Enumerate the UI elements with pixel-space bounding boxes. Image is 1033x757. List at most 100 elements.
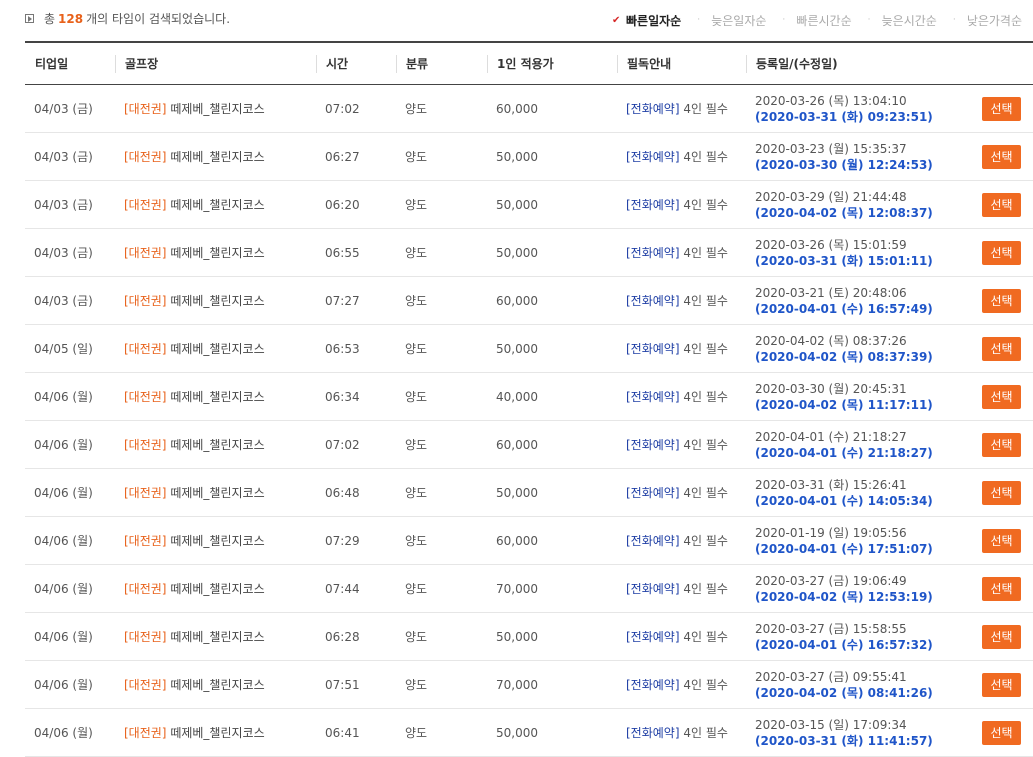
phone-reservation-tag: [전화예약] bbox=[626, 438, 680, 452]
select-button[interactable]: 선택 bbox=[982, 672, 1021, 697]
category: 양도 bbox=[396, 612, 487, 661]
price: 50,000 bbox=[487, 228, 617, 277]
tee-time: 06:28 bbox=[316, 612, 396, 661]
select-button[interactable]: 선택 bbox=[982, 480, 1021, 505]
select-button[interactable]: 선택 bbox=[982, 288, 1021, 313]
teeup-date: 04/03 (금) bbox=[25, 132, 115, 181]
select-button[interactable]: 선택 bbox=[982, 624, 1021, 649]
dot-icon: · bbox=[952, 15, 956, 25]
sort-option[interactable]: · 늦은일자순 bbox=[697, 12, 766, 29]
phone-reservation-tag: [전화예약] bbox=[626, 582, 680, 596]
notice-text: 4인 필수 bbox=[683, 630, 728, 644]
dot-icon: · bbox=[782, 15, 786, 25]
notice-cell: [전화예약] 4인 필수 bbox=[617, 564, 746, 613]
table-row: 04/03 (금) [대전권] 떼제베_챌린지코스 06:55 양도 50,000 [전화… bbox=[25, 228, 1033, 277]
phone-reservation-tag: [전화예약] bbox=[626, 630, 680, 644]
region-label: [대전권] bbox=[124, 294, 167, 308]
notice-cell: [전화예약] 4인 필수 bbox=[617, 516, 746, 565]
notice-text: 4인 필수 bbox=[683, 438, 728, 452]
course-name: 떼제베_챌린지코스 bbox=[170, 438, 265, 452]
course-name: 떼제베_챌린지코스 bbox=[170, 102, 265, 116]
select-button[interactable]: 선택 bbox=[982, 432, 1021, 457]
category: 양도 bbox=[396, 372, 487, 421]
tee-time: 06:27 bbox=[316, 132, 396, 181]
teeup-date: 04/06 (월) bbox=[25, 420, 115, 469]
registered-cell: 2020-03-31 (화) 15:26:41 (2020-04-01 (수) 1… bbox=[746, 468, 1033, 517]
price: 50,000 bbox=[487, 708, 617, 757]
region-label: [대전권] bbox=[124, 486, 167, 500]
phone-reservation-tag: [전화예약] bbox=[626, 342, 680, 356]
region-label: [대전권] bbox=[124, 198, 167, 212]
golf-course-cell: [대전권] 떼제베_챌린지코스 bbox=[115, 84, 316, 133]
notice-text: 4인 필수 bbox=[683, 246, 728, 260]
table-row: 04/03 (금) [대전권] 떼제베_챌린지코스 06:20 양도 50,000 [전화… bbox=[25, 180, 1033, 229]
tee-time-table: 티업일 골프장 시간 분류 1인 적용가 필독안내 등록일/(수정일) 04/0… bbox=[25, 41, 1033, 757]
price: 40,000 bbox=[487, 372, 617, 421]
select-button[interactable]: 선택 bbox=[982, 144, 1021, 169]
sort-option-label: 늦은시간순 bbox=[881, 14, 937, 28]
notice-cell: [전화예약] 4인 필수 bbox=[617, 420, 746, 469]
registered-cell: 2020-03-27 (금) 19:06:49 (2020-04-02 (목) 1… bbox=[746, 564, 1033, 613]
select-button[interactable]: 선택 bbox=[982, 336, 1021, 361]
table-row: 04/06 (월) [대전권] 떼제베_챌린지코스 06:41 양도 50,000 [전화… bbox=[25, 708, 1033, 757]
course-name: 떼제베_챌린지코스 bbox=[170, 582, 265, 596]
region-label: [대전권] bbox=[124, 534, 167, 548]
select-button[interactable]: 선택 bbox=[982, 192, 1021, 217]
phone-reservation-tag: [전화예약] bbox=[626, 390, 680, 404]
phone-reservation-tag: [전화예약] bbox=[626, 102, 680, 116]
select-button[interactable]: 선택 bbox=[982, 720, 1021, 745]
golf-course-cell: [대전권] 떼제베_챌린지코스 bbox=[115, 660, 316, 709]
phone-reservation-tag: [전화예약] bbox=[626, 150, 680, 164]
category: 양도 bbox=[396, 660, 487, 709]
table-row: 04/06 (월) [대전권] 떼제베_챌린지코스 06:28 양도 50,000 [전화… bbox=[25, 612, 1033, 661]
sort-option-label: 빠른일자순 bbox=[626, 14, 682, 28]
registered-cell: 2020-03-26 (목) 13:04:10 (2020-03-31 (화) 0… bbox=[746, 84, 1033, 133]
notice-text: 4인 필수 bbox=[683, 582, 728, 596]
select-button[interactable]: 선택 bbox=[982, 240, 1021, 265]
teeup-date: 04/06 (월) bbox=[25, 708, 115, 757]
notice-cell: [전화예약] 4인 필수 bbox=[617, 468, 746, 517]
course-name: 떼제베_챌린지코스 bbox=[170, 486, 265, 500]
sort-option[interactable]: · 빠른시간순 bbox=[782, 12, 851, 29]
select-button[interactable]: 선택 bbox=[982, 528, 1021, 553]
dot-icon: · bbox=[697, 15, 701, 25]
select-button[interactable]: 선택 bbox=[982, 96, 1021, 121]
category: 양도 bbox=[396, 84, 487, 133]
sort-option[interactable]: ✔ 빠른일자순 bbox=[612, 12, 681, 29]
course-name: 떼제베_챌린지코스 bbox=[170, 390, 265, 404]
select-button[interactable]: 선택 bbox=[982, 576, 1021, 601]
tee-time: 06:53 bbox=[316, 324, 396, 373]
table-row: 04/05 (일) [대전권] 떼제베_챌린지코스 06:53 양도 50,000 [전화… bbox=[25, 324, 1033, 373]
notice-cell: [전화예약] 4인 필수 bbox=[617, 372, 746, 421]
table-row: 04/06 (월) [대전권] 떼제베_챌린지코스 07:29 양도 60,000 [전화… bbox=[25, 516, 1033, 565]
teeup-date: 04/06 (월) bbox=[25, 516, 115, 565]
summary-suffix: 개의 타임이 검색되었습니다. bbox=[86, 12, 231, 26]
sort-option[interactable]: · 낮은가격순 bbox=[953, 12, 1022, 29]
notice-cell: [전화예약] 4인 필수 bbox=[617, 324, 746, 373]
result-toolbar: 총 128 개의 타임이 검색되었습니다. ✔ 빠른일자순 · 늦은일자순 · 빠른시간순… bbox=[0, 0, 1033, 38]
table-row: 04/06 (월) [대전권] 떼제베_챌린지코스 07:02 양도 60,000 [전화… bbox=[25, 420, 1033, 469]
column-header-time: 시간 bbox=[316, 41, 396, 85]
registered-cell: 2020-03-29 (일) 21:44:48 (2020-04-02 (목) 1… bbox=[746, 180, 1033, 229]
notice-cell: [전화예약] 4인 필수 bbox=[617, 228, 746, 277]
notice-text: 4인 필수 bbox=[683, 486, 728, 500]
tee-time: 06:20 bbox=[316, 180, 396, 229]
golf-course-cell: [대전권] 떼제베_챌린지코스 bbox=[115, 180, 316, 229]
sort-option[interactable]: · 늦은시간순 bbox=[868, 12, 937, 29]
course-name: 떼제베_챌린지코스 bbox=[170, 678, 265, 692]
phone-reservation-tag: [전화예약] bbox=[626, 486, 680, 500]
table-row: 04/06 (월) [대전권] 떼제베_챌린지코스 06:34 양도 40,000 [전화… bbox=[25, 372, 1033, 421]
course-name: 떼제베_챌린지코스 bbox=[170, 198, 265, 212]
notice-cell: [전화예약] 4인 필수 bbox=[617, 708, 746, 757]
dot-icon: · bbox=[867, 15, 871, 25]
golf-course-cell: [대전권] 떼제베_챌린지코스 bbox=[115, 372, 316, 421]
select-button[interactable]: 선택 bbox=[982, 384, 1021, 409]
teeup-date: 04/05 (일) bbox=[25, 324, 115, 373]
category: 양도 bbox=[396, 228, 487, 277]
tee-time: 07:02 bbox=[316, 420, 396, 469]
course-name: 떼제베_챌린지코스 bbox=[170, 246, 265, 260]
price: 50,000 bbox=[487, 612, 617, 661]
category: 양도 bbox=[396, 276, 487, 325]
tee-time: 07:44 bbox=[316, 564, 396, 613]
notice-cell: [전화예약] 4인 필수 bbox=[617, 660, 746, 709]
